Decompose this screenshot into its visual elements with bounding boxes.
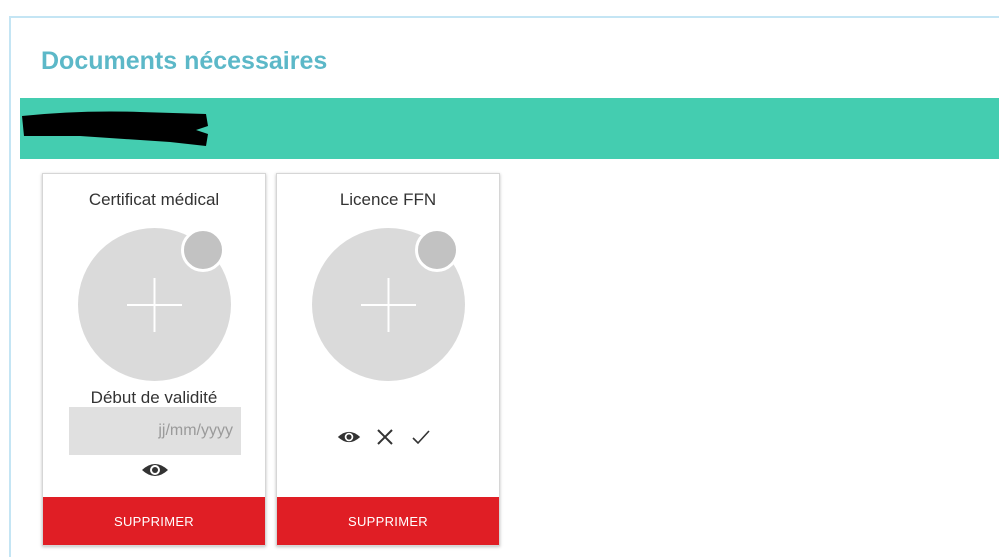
document-title: Licence FFN bbox=[339, 190, 437, 209]
document-card-licence: Licence FFN SUPPRIMER bbox=[276, 173, 500, 546]
eye-icon[interactable] bbox=[141, 461, 169, 479]
delete-button[interactable]: SUPPRIMER bbox=[43, 497, 265, 545]
document-title: Certificat médical bbox=[88, 190, 220, 209]
member-banner bbox=[20, 98, 999, 159]
status-indicator bbox=[415, 228, 459, 272]
delete-button[interactable]: SUPPRIMER bbox=[277, 497, 499, 545]
section-title: Documents nécessaires bbox=[41, 47, 328, 75]
date-label: Début de validité bbox=[90, 388, 218, 407]
document-card-certificat: Certificat médical Début de validité SUP… bbox=[42, 173, 266, 546]
document-actions bbox=[337, 427, 433, 447]
validity-date-input[interactable] bbox=[69, 407, 241, 455]
redaction-mark bbox=[22, 111, 208, 146]
status-indicator bbox=[181, 228, 225, 272]
check-icon[interactable] bbox=[409, 427, 433, 447]
close-icon[interactable] bbox=[373, 427, 397, 447]
eye-icon[interactable] bbox=[337, 427, 361, 447]
